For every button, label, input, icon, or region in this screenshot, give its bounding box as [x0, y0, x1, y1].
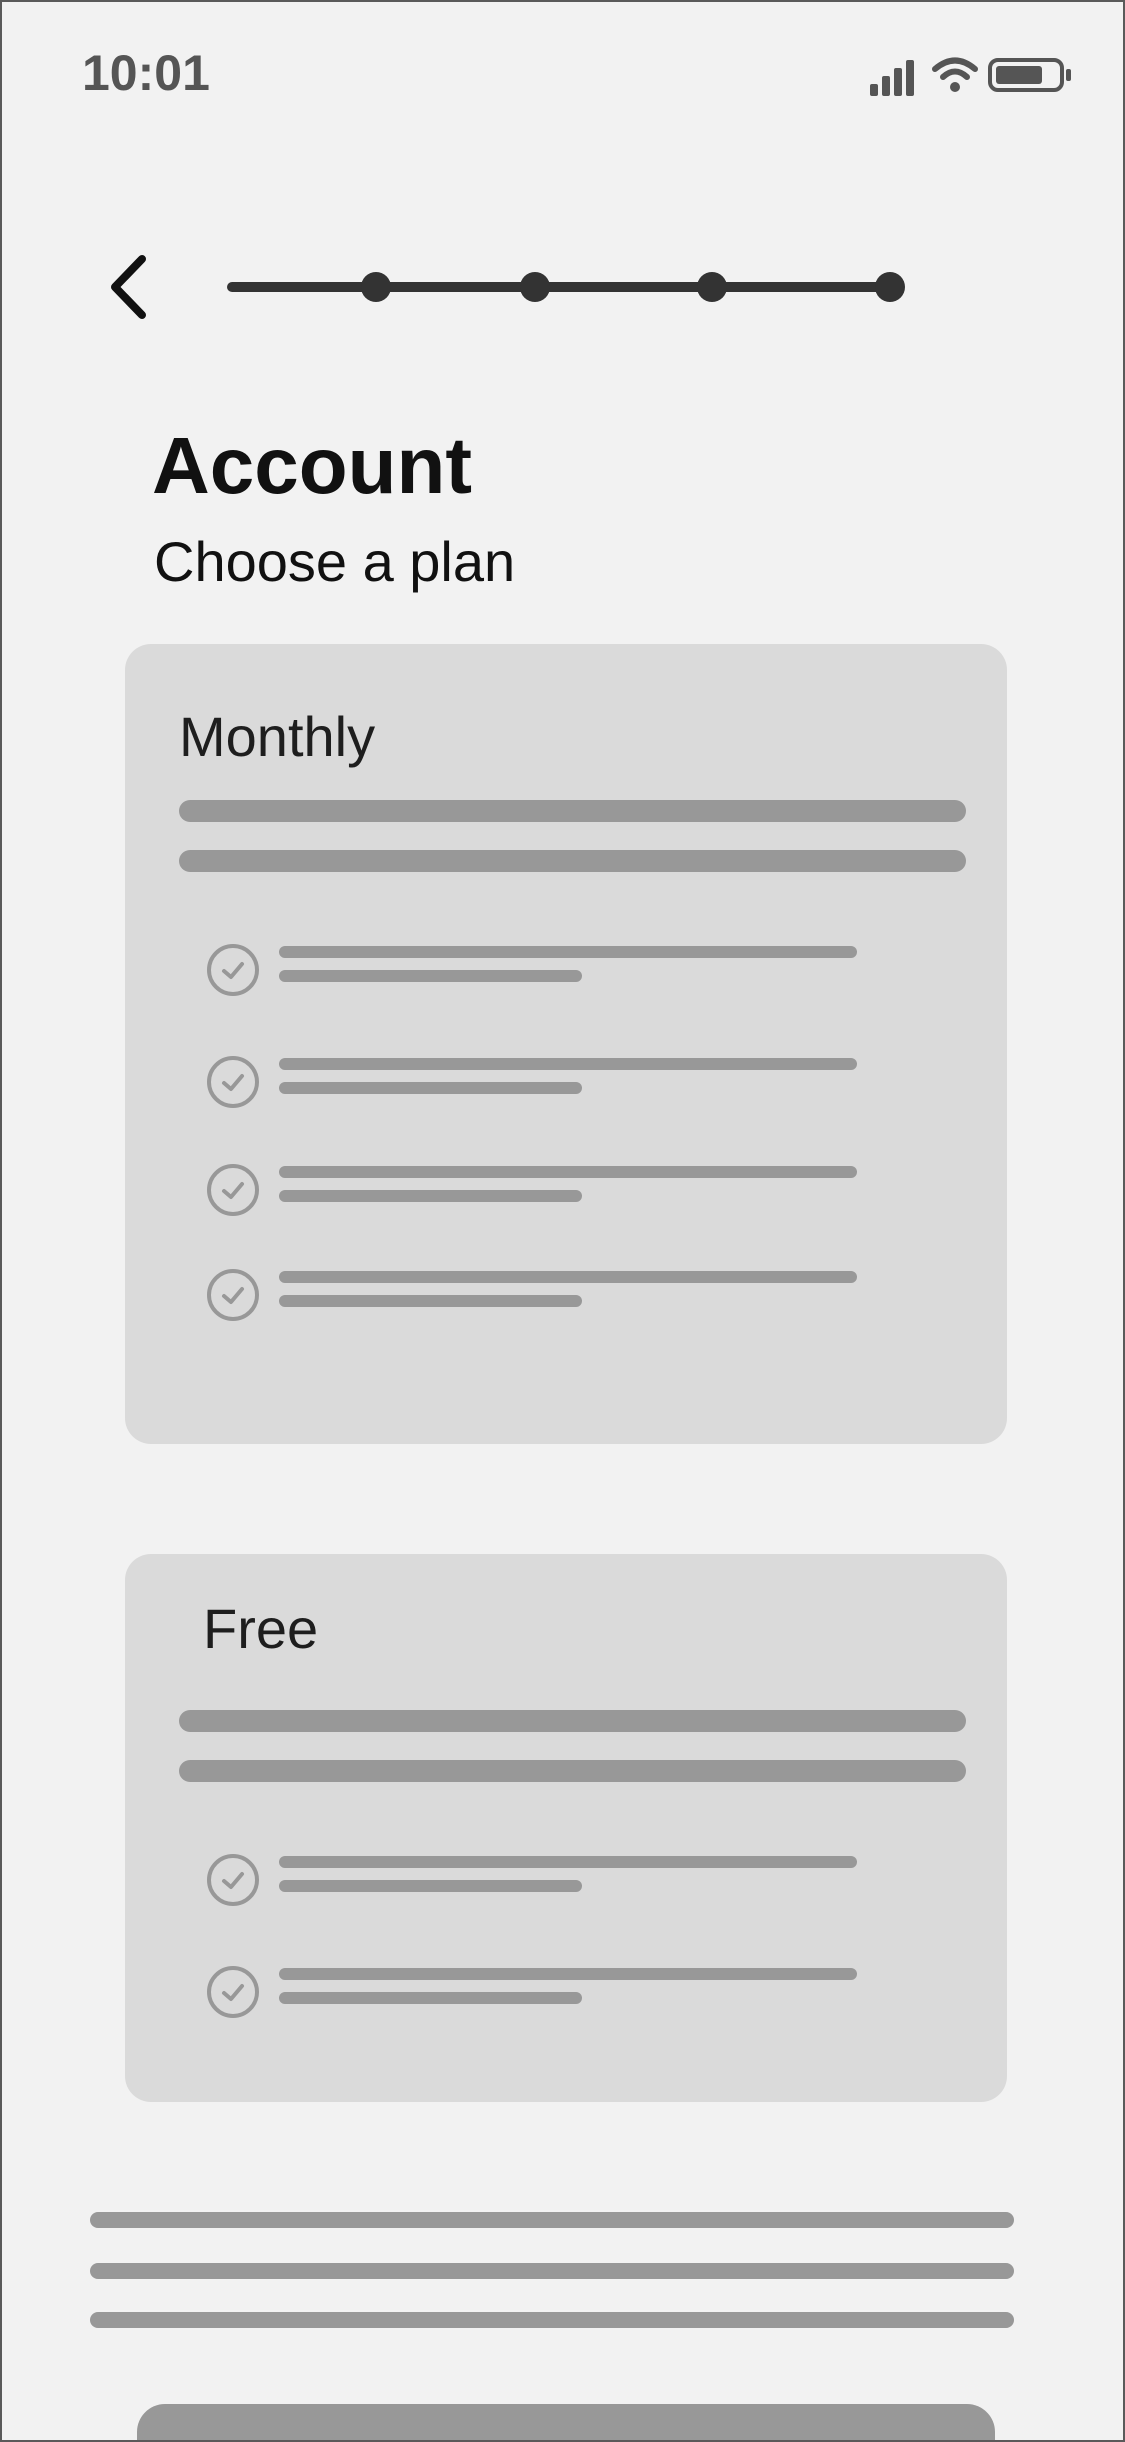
check-circle-icon: [207, 1164, 259, 1216]
stepper-dot: [875, 272, 905, 302]
stepper-dot: [697, 272, 727, 302]
plan-name: Monthly: [179, 705, 376, 768]
feature-text-placeholder: [279, 1968, 857, 1980]
feature-text-placeholder: [279, 1082, 582, 1094]
feature-text-placeholder: [279, 1058, 857, 1070]
check-circle-icon: [207, 1056, 259, 1108]
plan-card-free[interactable]: Free: [125, 1554, 1007, 2102]
feature-item: [205, 1267, 905, 1327]
signal-icon: [870, 60, 914, 96]
continue-button[interactable]: [137, 2404, 995, 2440]
feature-text-placeholder: [279, 1190, 582, 1202]
description-placeholder: [179, 1710, 966, 1732]
feature-text-placeholder: [279, 970, 582, 982]
page-subtitle: Choose a plan: [154, 530, 516, 593]
check-circle-icon: [207, 1854, 259, 1906]
feature-text-placeholder: [279, 1856, 857, 1868]
feature-text-placeholder: [279, 1992, 582, 2004]
footer-text-placeholder: [90, 2312, 1014, 2328]
check-circle-icon: [207, 944, 259, 996]
description-placeholder: [179, 850, 966, 872]
stepper-dot: [520, 272, 550, 302]
battery-icon: [988, 58, 1071, 92]
footer-text-placeholder: [90, 2263, 1014, 2279]
stepper-dot: [361, 272, 391, 302]
description-placeholder: [179, 1760, 966, 1782]
plan-card-monthly[interactable]: Monthly: [125, 644, 1007, 1444]
feature-item: [205, 1964, 905, 2024]
feature-text-placeholder: [279, 1295, 582, 1307]
phone-screen: 10:01 Account Choose a plan Monthly Free: [0, 0, 1125, 2442]
check-circle-icon: [207, 1966, 259, 2018]
page-title: Account: [152, 421, 472, 510]
feature-text-placeholder: [279, 1880, 582, 1892]
feature-item: [205, 1054, 905, 1114]
back-button[interactable]: [97, 247, 167, 327]
progress-stepper: [227, 272, 905, 302]
chevron-left-icon: [111, 255, 146, 319]
feature-text-placeholder: [279, 1166, 857, 1178]
description-placeholder: [179, 800, 966, 822]
feature-item: [205, 942, 905, 1002]
feature-text-placeholder: [279, 946, 857, 958]
status-time: 10:01: [82, 45, 210, 101]
check-circle-icon: [207, 1269, 259, 1321]
footer-text-placeholder: [90, 2212, 1014, 2228]
wifi-icon: [932, 57, 978, 92]
feature-item: [205, 1162, 905, 1222]
plan-name: Free: [203, 1597, 319, 1660]
feature-text-placeholder: [279, 1271, 857, 1283]
feature-item: [205, 1852, 905, 1912]
